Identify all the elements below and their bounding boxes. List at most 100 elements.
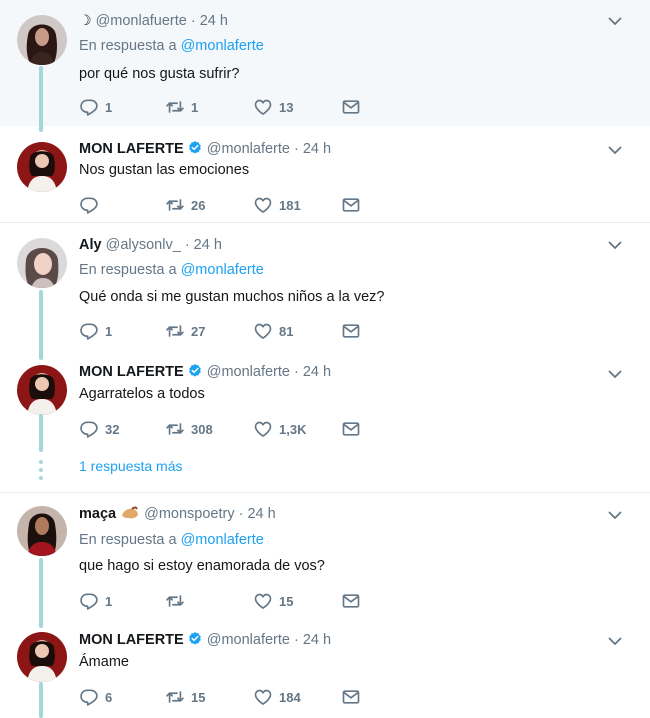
tweet-5[interactable]: maça @monspoetry · 24 h En respuesta a @m…	[0, 493, 650, 624]
thread-line	[39, 66, 43, 132]
verified-badge-icon	[187, 631, 203, 647]
reply-icon	[79, 591, 99, 611]
like-count: 181	[279, 197, 301, 213]
like-button[interactable]: 184	[253, 687, 301, 707]
user-handle[interactable]: @monspoetry	[144, 506, 234, 522]
display-name[interactable]: MON LAFERTE	[79, 364, 184, 380]
thread-line	[39, 414, 43, 452]
reply-icon	[79, 687, 99, 707]
avatar[interactable]	[17, 15, 67, 65]
timestamp[interactable]: · 24 h	[294, 632, 331, 648]
retweet-button[interactable]: 1	[165, 97, 198, 117]
more-replies-link[interactable]: 1 respuesta más	[79, 458, 183, 474]
retweet-button[interactable]: 308	[165, 419, 213, 439]
direct-message-button[interactable]	[341, 591, 367, 611]
chevron-down-icon[interactable]	[607, 237, 623, 253]
display-name[interactable]: MON LAFERTE	[79, 141, 184, 157]
retweet-icon	[165, 419, 185, 439]
reply-button[interactable]: 1	[79, 97, 112, 117]
timestamp[interactable]: · 24 h	[185, 237, 222, 253]
chevron-down-icon[interactable]	[607, 366, 623, 382]
reply-context: En respuesta a @monlaferte	[79, 532, 264, 548]
retweet-icon	[165, 591, 185, 611]
avatar[interactable]	[17, 142, 67, 192]
direct-message-icon	[341, 195, 361, 215]
retweet-count: 26	[191, 197, 206, 213]
tweet-header: MON LAFERTE @monlaferte · 24 h	[79, 631, 331, 649]
avatar[interactable]	[17, 632, 67, 682]
tweet-3[interactable]: Aly @alysonlv_ · 24 h En respuesta a @mo…	[0, 223, 650, 356]
reply-button[interactable]: 1	[79, 591, 112, 611]
reply-mention[interactable]: @monlaferte	[181, 262, 264, 278]
retweet-icon	[165, 321, 185, 341]
timestamp[interactable]: · 24 h	[294, 141, 331, 157]
display-name[interactable]: MON LAFERTE	[79, 632, 184, 648]
like-button[interactable]: 13	[253, 97, 293, 117]
like-count: 15	[279, 593, 294, 609]
chevron-down-icon[interactable]	[607, 142, 623, 158]
nail-polish-emoji-icon	[122, 506, 139, 519]
direct-message-button[interactable]	[341, 321, 367, 341]
retweet-icon	[165, 195, 185, 215]
reply-button[interactable]: 6	[79, 687, 112, 707]
direct-message-button[interactable]	[341, 687, 367, 707]
direct-message-button[interactable]	[341, 97, 367, 117]
like-button[interactable]: 181	[253, 195, 301, 215]
avatar[interactable]	[17, 365, 67, 415]
direct-message-icon	[341, 419, 361, 439]
avatar[interactable]	[17, 506, 67, 556]
reply-icon	[79, 195, 99, 215]
retweet-count: 1	[191, 99, 199, 115]
user-handle[interactable]: @monlafuerte	[96, 13, 187, 29]
reply-label: En respuesta a	[79, 38, 177, 54]
user-handle[interactable]: @monlaferte	[207, 364, 290, 380]
timestamp[interactable]: · 24 h	[191, 13, 228, 29]
direct-message-button[interactable]	[341, 195, 367, 215]
tweet-header: MON LAFERTE @monlaferte · 24 h	[79, 140, 331, 158]
user-handle[interactable]: @alysonlv_	[106, 237, 181, 253]
user-handle[interactable]: @monlaferte	[207, 141, 290, 157]
reply-mention[interactable]: @monlaferte	[181, 532, 264, 548]
verified-badge-icon	[187, 140, 203, 156]
retweet-button[interactable]: 15	[165, 687, 205, 707]
tweet-1[interactable]: ☽ @monlafuerte · 24 h En respuesta a @mon…	[0, 0, 650, 126]
tweet-4[interactable]: MON LAFERTE @monlaferte · 24 h Agarratel…	[0, 356, 650, 451]
tweet-text: Qué onda si me gustan muchos niños a la …	[79, 289, 385, 305]
reply-icon	[79, 97, 99, 117]
retweet-button[interactable]	[165, 591, 191, 611]
timestamp[interactable]: · 24 h	[294, 364, 331, 380]
user-handle[interactable]: @monlaferte	[207, 632, 290, 648]
reply-count: 1	[105, 99, 113, 115]
moon-emoji: ☽	[79, 12, 92, 28]
tweet-2[interactable]: MON LAFERTE @monlaferte · 24 h Nos gusta…	[0, 126, 650, 222]
tweet-header: maça @monspoetry · 24 h	[79, 505, 276, 523]
display-name[interactable]: Aly	[79, 237, 102, 253]
chevron-down-icon[interactable]	[607, 507, 623, 523]
reply-button[interactable]: 1	[79, 321, 112, 341]
tweet-text: Ámame	[79, 654, 129, 670]
tweet-text: que hago si estoy enamorada de vos?	[79, 558, 325, 574]
chevron-down-icon[interactable]	[607, 633, 623, 649]
timestamp[interactable]: · 24 h	[239, 506, 276, 522]
like-button[interactable]: 15	[253, 591, 293, 611]
retweet-button[interactable]: 26	[165, 195, 205, 215]
more-replies-dots	[39, 460, 43, 484]
tweet-text: Nos gustan las emociones	[79, 162, 250, 178]
display-name[interactable]: maça	[79, 506, 116, 522]
tweet-6[interactable]: MON LAFERTE @monlaferte · 24 h Ámame 6 1…	[0, 624, 650, 718]
like-icon	[253, 195, 273, 215]
like-icon	[253, 591, 273, 611]
avatar[interactable]	[17, 238, 67, 288]
reply-button[interactable]: 32	[79, 419, 119, 439]
retweet-button[interactable]: 27	[165, 321, 205, 341]
reply-mention[interactable]: @monlaferte	[181, 38, 264, 54]
like-button[interactable]: 81	[253, 321, 293, 341]
like-button[interactable]: 1,3K	[253, 419, 306, 439]
reply-count: 6	[105, 689, 113, 705]
chevron-down-icon[interactable]	[607, 13, 623, 29]
reply-button[interactable]	[79, 195, 105, 215]
direct-message-button[interactable]	[341, 419, 367, 439]
reply-icon	[79, 321, 99, 341]
reply-context: En respuesta a @monlaferte	[79, 38, 264, 54]
retweet-icon	[165, 687, 185, 707]
